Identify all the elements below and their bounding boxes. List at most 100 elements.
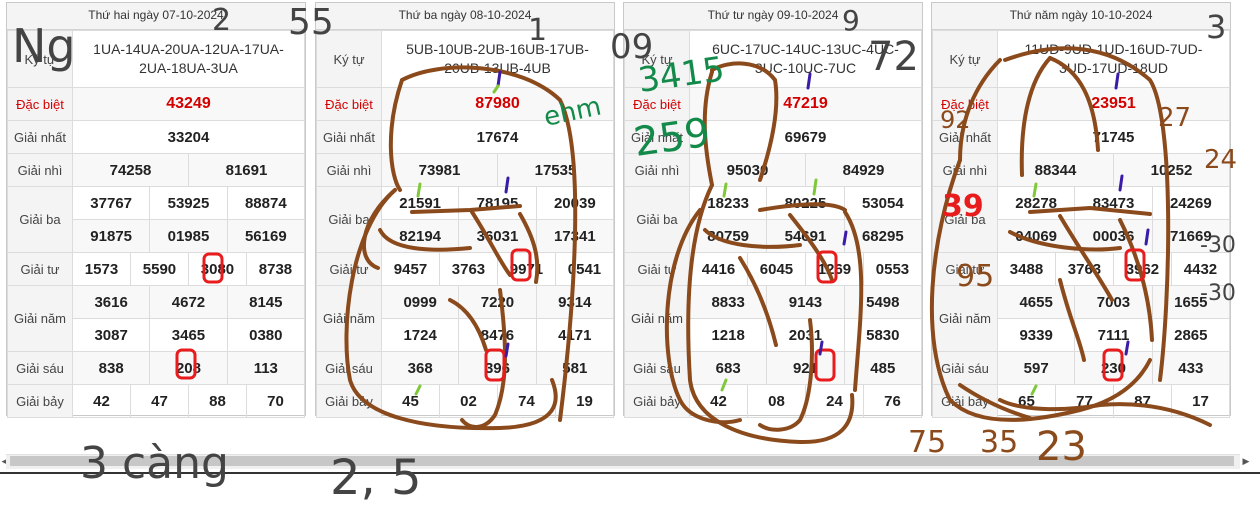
scrollbar-thumb[interactable] bbox=[10, 456, 1234, 466]
label-ky-tu: Ký tự bbox=[932, 30, 998, 88]
second-prize: 73981 bbox=[381, 153, 498, 187]
label-giai-tu: Giải tư bbox=[316, 252, 382, 286]
fourth-prize: 9457 bbox=[381, 252, 440, 286]
seventh-prize: 76 bbox=[862, 384, 923, 418]
sixth-prize: 921 bbox=[766, 351, 845, 385]
third-prize: 17341 bbox=[535, 219, 615, 253]
label-giai-nam: Giải năm bbox=[7, 285, 73, 352]
code-cell: 5UB-10UB-2UB-16UB-17UB- 20UB-13UB-4UB bbox=[381, 30, 614, 88]
seventh-prize: 42 bbox=[689, 384, 748, 418]
label-giai-bay: Giải bảy bbox=[316, 384, 382, 418]
label-ky-tu: Ký tự bbox=[7, 30, 73, 88]
label-giai-nam: Giải năm bbox=[624, 285, 690, 352]
label-giai-nam: Giải năm bbox=[316, 285, 382, 352]
seventh-prize: 42 bbox=[72, 384, 131, 418]
fifth-prize: 7111 bbox=[1074, 318, 1153, 352]
label-ky-tu: Ký tự bbox=[316, 30, 382, 88]
sixth-prize: 113 bbox=[226, 351, 306, 385]
second-prize: 17535 bbox=[496, 153, 615, 187]
label-giai-nhat: Giải nhất bbox=[932, 120, 998, 154]
fifth-prize: 3087 bbox=[71, 318, 151, 352]
fourth-prize: 3488 bbox=[997, 252, 1056, 286]
third-prize: 00036 bbox=[1074, 219, 1153, 253]
panel-title: Thứ tư ngày 09-10-2024 bbox=[624, 3, 922, 30]
third-prize: 04069 bbox=[996, 219, 1076, 253]
sixth-prize: 230 bbox=[1074, 351, 1153, 385]
fifth-prize: 8145 bbox=[226, 285, 306, 319]
result-table: Ký tự 5UB-10UB-2UB-16UB-17UB- 20UB-13UB-4… bbox=[316, 30, 615, 418]
label-giai-nhat: Giải nhất bbox=[7, 120, 73, 154]
fifth-prize: 2031 bbox=[766, 318, 845, 352]
fourth-prize: 3080 bbox=[187, 252, 247, 286]
fourth-prize: 1269 bbox=[804, 252, 864, 286]
first-prize: 17674 bbox=[381, 120, 614, 154]
third-prize: 78195 bbox=[458, 186, 537, 220]
sixth-prize: 485 bbox=[843, 351, 923, 385]
seventh-prize: 24 bbox=[804, 384, 864, 418]
third-prize: 21591 bbox=[380, 186, 460, 220]
fifth-prize: 7003 bbox=[1074, 285, 1153, 319]
third-prize: 82194 bbox=[380, 219, 460, 253]
scroll-right-arrow-icon[interactable]: ▶ bbox=[1240, 454, 1252, 468]
label-giai-nam: Giải năm bbox=[932, 285, 998, 352]
second-prize: 88344 bbox=[997, 153, 1114, 187]
result-panel-monday: Thứ hai ngày 07-10-2024 Ký tự 1UA-14UA-2… bbox=[6, 2, 306, 418]
label-giai-ba: Giải ba bbox=[7, 186, 73, 253]
fifth-prize: 7220 bbox=[458, 285, 537, 319]
third-prize: 36031 bbox=[458, 219, 537, 253]
fourth-prize: 5590 bbox=[129, 252, 189, 286]
seventh-prize: 88 bbox=[187, 384, 247, 418]
sixth-prize: 581 bbox=[535, 351, 615, 385]
label-giai-sau: Giải sáu bbox=[7, 351, 73, 385]
label-giai-tu: Giải tư bbox=[932, 252, 998, 286]
second-prize: 84929 bbox=[804, 153, 923, 187]
seventh-prize: 65 bbox=[997, 384, 1056, 418]
label-giai-ba: Giải ba bbox=[932, 186, 998, 253]
fifth-prize: 8833 bbox=[688, 285, 768, 319]
result-table: Ký tự 6UC-17UC-14UC-13UC-4UC- 3UC-10UC-7U… bbox=[624, 30, 923, 418]
divider bbox=[0, 472, 1260, 474]
fourth-prize: 4432 bbox=[1170, 252, 1231, 286]
fifth-prize: 1218 bbox=[688, 318, 768, 352]
third-prize: 68295 bbox=[843, 219, 923, 253]
label-giai-bay: Giải bảy bbox=[7, 384, 73, 418]
fifth-prize: 4171 bbox=[535, 318, 615, 352]
seventh-prize: 19 bbox=[554, 384, 615, 418]
fourth-prize: 8738 bbox=[245, 252, 306, 286]
fourth-prize: 3763 bbox=[438, 252, 498, 286]
fifth-prize: 4672 bbox=[149, 285, 228, 319]
fifth-prize: 9314 bbox=[535, 285, 615, 319]
fifth-prize: 5830 bbox=[843, 318, 923, 352]
code-cell: 6UC-17UC-14UC-13UC-4UC- 3UC-10UC-7UC bbox=[689, 30, 922, 88]
horizontal-scrollbar[interactable]: ◀ ▶ bbox=[0, 446, 1260, 472]
sixth-prize: 368 bbox=[380, 351, 460, 385]
seventh-prize: 45 bbox=[381, 384, 440, 418]
label-giai-nhi: Giải nhì bbox=[932, 153, 998, 187]
label-giai-bay: Giải bảy bbox=[932, 384, 998, 418]
result-panel-thursday: Thứ năm ngày 10-10-2024 Ký tự 11UD-9UD-1… bbox=[931, 2, 1231, 418]
fifth-prize: 0380 bbox=[226, 318, 306, 352]
third-prize: 24269 bbox=[1151, 186, 1231, 220]
fourth-prize: 4416 bbox=[689, 252, 748, 286]
fourth-prize: 3763 bbox=[1054, 252, 1114, 286]
special-prize: 23951 bbox=[997, 87, 1230, 121]
fourth-prize: 6045 bbox=[746, 252, 806, 286]
sixth-prize: 396 bbox=[458, 351, 537, 385]
fourth-prize: 1573 bbox=[72, 252, 131, 286]
special-prize: 47219 bbox=[689, 87, 922, 121]
third-prize: 53054 bbox=[843, 186, 923, 220]
first-prize: 69679 bbox=[689, 120, 922, 154]
result-table: Ký tự 11UD-9UD-1UD-16UD-7UD- 3UD-17UD-18U… bbox=[932, 30, 1231, 418]
third-prize: 37767 bbox=[71, 186, 151, 220]
third-prize: 01985 bbox=[149, 219, 228, 253]
fifth-prize: 3465 bbox=[149, 318, 228, 352]
label-giai-tu: Giải tư bbox=[7, 252, 73, 286]
fifth-prize: 1655 bbox=[1151, 285, 1231, 319]
fifth-prize: 9339 bbox=[996, 318, 1076, 352]
second-prize: 81691 bbox=[187, 153, 306, 187]
third-prize: 54691 bbox=[766, 219, 845, 253]
second-prize: 95030 bbox=[689, 153, 806, 187]
results-board: Thứ hai ngày 07-10-2024 Ký tự 1UA-14UA-2… bbox=[6, 2, 1231, 442]
fifth-prize: 8476 bbox=[458, 318, 537, 352]
second-prize: 10252 bbox=[1112, 153, 1231, 187]
